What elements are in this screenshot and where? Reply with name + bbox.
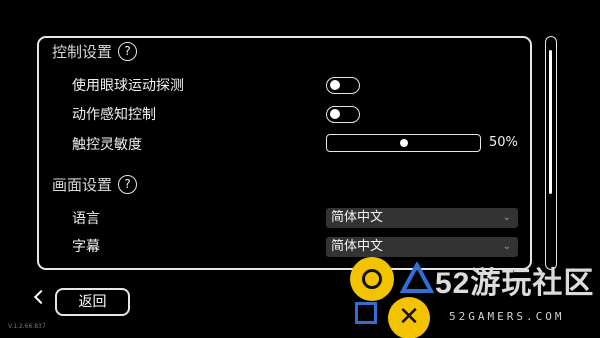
subtitles-select[interactable]: 简体中文 ⌄ [326, 237, 518, 257]
language-select[interactable]: 简体中文 ⌄ [326, 208, 518, 228]
scrollbar-thumb[interactable] [549, 50, 552, 194]
back-button[interactable]: 返回 [55, 288, 130, 316]
chevron-down-icon: ⌄ [502, 241, 511, 252]
version-label: V.1.2.66.837 [8, 323, 46, 330]
settings-screen: 控制设置 ? 使用眼球运动探测 动作感知控制 触控灵敏度 50% 画面设置 ? … [0, 0, 600, 338]
display-settings-header: 画面设置 ? [52, 174, 138, 195]
help-icon[interactable]: ? [118, 42, 138, 61]
toggle-knob [330, 80, 340, 90]
eye-tracking-toggle[interactable] [326, 77, 360, 94]
motion-control-toggle[interactable] [326, 106, 360, 123]
toggle-knob [330, 109, 340, 119]
circle-ring-icon [362, 269, 382, 289]
control-settings-header: 控制设置 ? [52, 41, 138, 62]
language-select-value: 简体中文 [331, 210, 384, 225]
control-settings-title: 控制设置 [52, 43, 113, 61]
subtitles-select-value: 简体中文 [331, 239, 384, 254]
chevron-down-icon: ⌄ [502, 212, 511, 223]
touch-sensitivity-label: 触控灵敏度 [72, 137, 142, 153]
touch-sensitivity-value: 50% [489, 135, 518, 150]
touch-sensitivity-slider[interactable] [326, 134, 481, 152]
help-icon[interactable]: ? [118, 175, 138, 194]
watermark-square-icon [355, 302, 377, 324]
chevron-left-icon[interactable] [33, 289, 49, 305]
slider-thumb[interactable] [399, 139, 408, 147]
settings-panel[interactable]: 控制设置 ? 使用眼球运动探测 动作感知控制 触控灵敏度 50% 画面设置 ? … [37, 36, 532, 270]
watermark-text: 52游玩社区 [435, 267, 595, 300]
motion-control-label: 动作感知控制 [72, 107, 156, 123]
eye-tracking-label: 使用眼球运动探测 [72, 78, 184, 94]
watermark-circle-icon [350, 257, 394, 301]
watermark-cross-icon: ✕ [388, 297, 430, 338]
watermark-triangle-icon [400, 262, 434, 293]
scrollbar[interactable] [545, 36, 557, 270]
subtitles-label: 字幕 [72, 239, 100, 255]
language-label: 语言 [72, 211, 100, 227]
watermark-subtext: 52GAMERS.COM [449, 310, 565, 323]
display-settings-title: 画面设置 [52, 176, 113, 194]
